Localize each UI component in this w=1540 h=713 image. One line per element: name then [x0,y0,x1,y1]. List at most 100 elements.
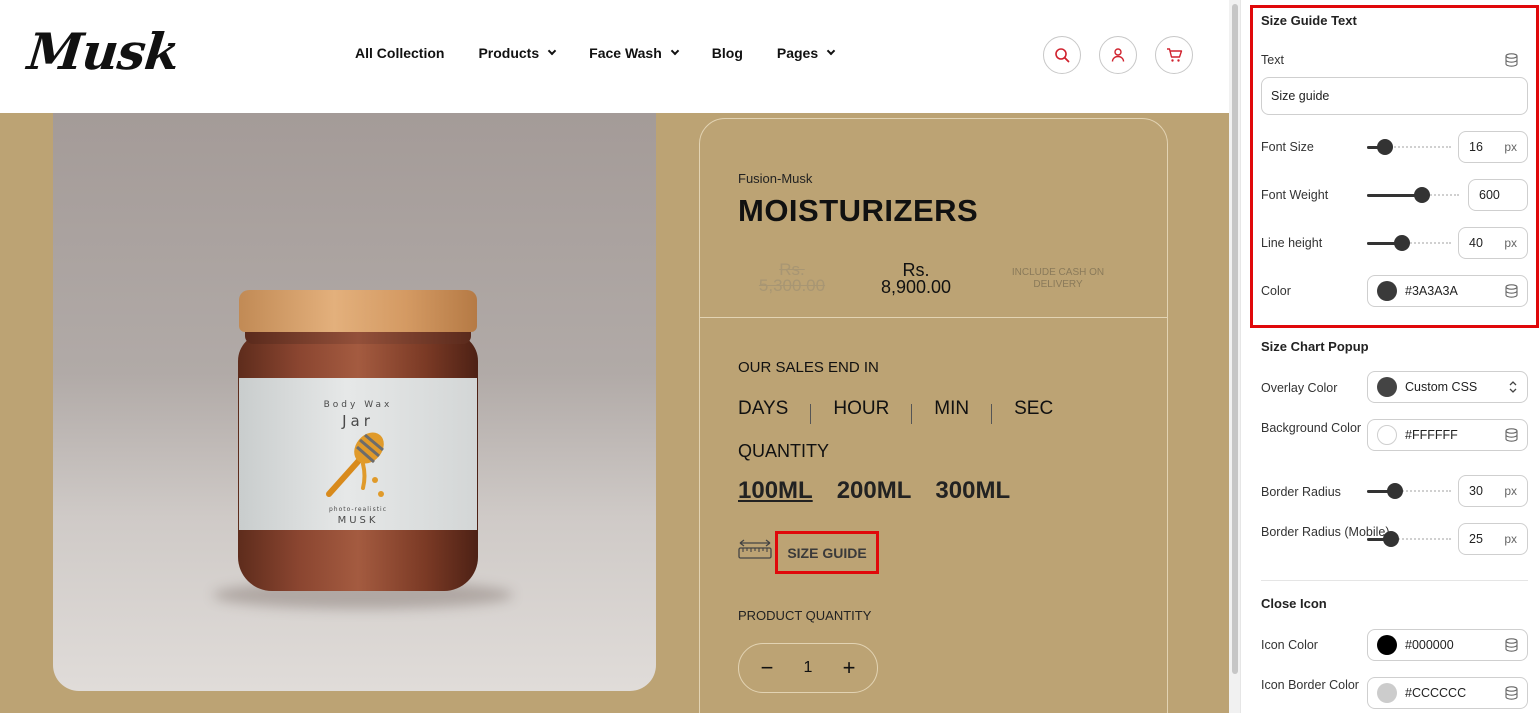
nav-item-label: All Collection [355,45,445,61]
database-icon[interactable] [1505,284,1518,298]
background-color-picker[interactable]: #FFFFFF [1367,419,1528,451]
cart-button[interactable] [1155,36,1193,74]
border-radius-value: 30 [1469,484,1483,498]
cash-on-delivery-note: INCLUDE CASH ON DELIVERY [1011,267,1105,290]
chevron-down-icon [547,46,557,56]
countdown-days: DAYS [738,398,789,419]
section-title-size-chart-popup: Size Chart Popup [1261,339,1369,354]
color-swatch[interactable] [1377,683,1397,703]
chevron-down-icon [826,46,836,56]
divider [810,404,812,424]
font-weight-input[interactable]: 600 [1468,179,1528,211]
decrease-quantity-button[interactable]: − [757,655,777,681]
nav-item-all-collection[interactable]: All Collection [355,45,444,61]
product-title: MOISTURIZERS [738,193,979,228]
size-guide-text-input[interactable]: Size guide [1261,77,1528,115]
line-height-slider[interactable] [1367,235,1451,251]
ruler-icon [738,539,772,559]
honey-dipper-icon [326,432,384,497]
product-quantity-label: PRODUCT QUANTITY [738,608,872,623]
section-title-size-guide-text: Size Guide Text [1261,13,1357,28]
nav-item-blog[interactable]: Blog [712,45,743,61]
store-logo[interactable]: Musk [25,22,182,81]
nav-item-products[interactable]: Products [478,45,557,61]
settings-panel: Size Guide Text Text Size guide Font Siz… [1241,0,1540,713]
color-value: #3A3A3A [1405,284,1458,298]
unit-label: px [1504,140,1517,154]
font-size-input[interactable]: 16 px [1458,131,1528,163]
search-button[interactable] [1043,36,1081,74]
countdown-hours: HOUR [833,398,890,419]
user-icon [1111,48,1125,62]
size-option-200ml[interactable]: 200ML [837,477,912,505]
slider-thumb[interactable] [1377,139,1394,155]
line-height-input[interactable]: 40 px [1458,227,1528,259]
icon-color-value: #000000 [1405,638,1454,652]
store-preview: Musk All Collection Products Face Wash B… [0,0,1229,713]
preview-scrollbar[interactable] [1229,0,1241,713]
divider [700,317,1167,318]
select-arrows-icon [1509,381,1517,393]
border-radius-label: Border Radius [1261,485,1341,499]
database-icon[interactable] [1505,686,1518,700]
divider [911,404,913,424]
nav-item-face-wash[interactable]: Face Wash [589,45,680,61]
icon-color-picker[interactable]: #000000 [1367,629,1528,661]
slider-thumb[interactable] [1386,483,1403,499]
background-color-value: #FFFFFF [1405,428,1458,442]
size-guide-link[interactable]: SIZE GUIDE [775,531,879,574]
icon-border-color-value: #CCCCCC [1405,686,1467,700]
quantity-stepper: − 1 + [738,643,878,693]
quantity-value: 1 [803,659,813,676]
jar-label-line: MUSK [337,515,379,526]
color-swatch[interactable] [1377,281,1397,301]
slider-thumb[interactable] [1394,235,1411,251]
font-weight-label: Font Weight [1261,188,1329,202]
scrollbar-thumb[interactable] [1232,4,1238,674]
countdown-seconds: SEC [1014,398,1054,419]
unit-label: px [1504,236,1517,250]
border-radius-mobile-slider[interactable] [1367,531,1451,547]
font-size-slider[interactable] [1367,139,1451,155]
product-brand[interactable]: Fusion-Musk [738,171,812,186]
divider [1261,580,1528,581]
color-swatch[interactable] [1377,635,1397,655]
icon-border-color-picker[interactable]: #CCCCCC [1367,677,1528,709]
color-swatch[interactable] [1377,377,1397,397]
slider-thumb[interactable] [1414,187,1431,203]
product-info-card: Fusion-Musk MOISTURIZERS Rs. 5,300.00 Rs… [699,118,1168,713]
database-icon[interactable] [1505,53,1518,67]
increase-quantity-button[interactable]: + [839,655,859,681]
overlay-color-select[interactable]: Custom CSS [1367,371,1528,403]
border-radius-mobile-value: 25 [1469,532,1483,546]
text-color-picker[interactable]: #3A3A3A [1367,275,1528,307]
overlay-color-value: Custom CSS [1405,380,1478,394]
font-weight-slider[interactable] [1367,187,1459,203]
slider-thumb[interactable] [1382,531,1399,547]
nav-item-label: Products [478,45,540,61]
jar-label-line: Jar [342,412,374,430]
unit-label: px [1504,532,1517,546]
font-weight-value: 600 [1479,188,1500,202]
overlay-color-label: Overlay Color [1261,381,1338,395]
jar-lid [239,290,477,332]
size-option-300ml[interactable]: 300ML [935,477,1010,505]
database-icon[interactable] [1505,638,1518,652]
border-radius-slider[interactable] [1367,483,1451,499]
database-icon[interactable] [1505,428,1518,442]
color-swatch[interactable] [1377,425,1397,445]
icon-color-label: Icon Color [1261,638,1318,652]
font-size-value: 16 [1469,140,1483,154]
search-icon [1055,48,1070,63]
sales-end-label: OUR SALES END IN [738,359,879,376]
size-option-100ml[interactable]: 100ML [738,477,813,505]
nav-item-pages[interactable]: Pages [776,45,836,61]
main-nav: All Collection Products Face Wash Blog P… [355,45,868,61]
border-radius-input[interactable]: 30 px [1458,475,1528,507]
account-button[interactable] [1099,36,1137,74]
jar-label-line: Body Wax [323,400,393,410]
nav-item-label: Pages [776,45,819,61]
chevron-down-icon [670,46,680,56]
color-label: Color [1261,284,1291,298]
border-radius-mobile-input[interactable]: 25 px [1458,523,1528,555]
